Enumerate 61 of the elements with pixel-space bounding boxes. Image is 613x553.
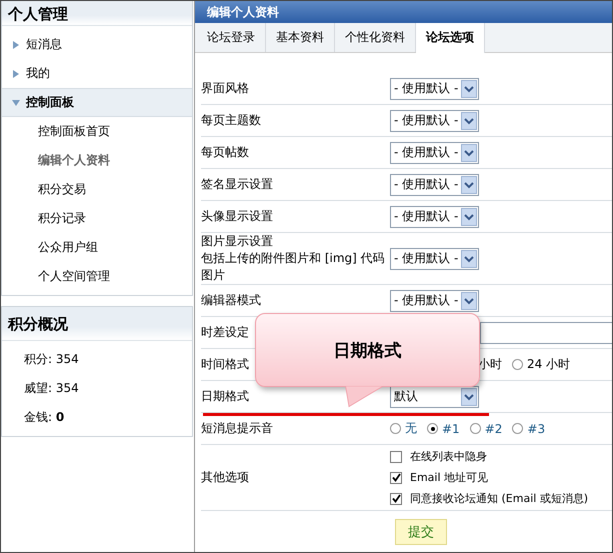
sidebar-item[interactable]: 控制面板 xyxy=(26,94,74,111)
field-label: 每页帖数 xyxy=(201,144,249,161)
select-dropdown[interactable]: - 使用默认 - xyxy=(390,290,479,312)
caret-right-icon xyxy=(12,40,20,48)
sidebar-subitem[interactable]: 积分交易 xyxy=(38,181,86,198)
field-label: 编辑器模式 xyxy=(201,292,261,309)
tab[interactable]: 基本资料 xyxy=(266,23,335,52)
radio-button[interactable] xyxy=(390,423,401,434)
input-field[interactable] xyxy=(480,322,612,344)
select-dropdown[interactable]: - 使用默认 - xyxy=(390,174,479,196)
option-label: #2 xyxy=(484,422,502,436)
sidebar-item[interactable]: 我的 xyxy=(26,65,50,82)
option-label: 同意接收论坛通知 (Email 或短消息) xyxy=(409,491,588,506)
checkbox[interactable] xyxy=(390,450,402,462)
radio-button[interactable] xyxy=(512,423,524,434)
credit-stat: 金钱: 0 xyxy=(24,409,64,426)
select-dropdown[interactable]: 默认 xyxy=(390,386,479,408)
select-dropdown[interactable]: - 使用默认 - xyxy=(390,206,479,228)
field-label: 日期格式 xyxy=(201,388,249,405)
field-label: 短消息提示音 xyxy=(201,420,273,437)
tab[interactable]: 论坛登录 xyxy=(197,23,266,52)
option-label: 无 xyxy=(405,420,417,437)
checkbox[interactable] xyxy=(390,472,402,484)
select-dropdown[interactable]: - 使用默认 - xyxy=(390,248,479,270)
credit-stat: 威望: 354 xyxy=(24,380,79,397)
radio-button[interactable] xyxy=(512,359,523,370)
sidebar-subitem[interactable]: 公众用户组 xyxy=(38,239,98,256)
tab[interactable]: 论坛选项 xyxy=(416,23,485,53)
caret-right-icon xyxy=(12,70,20,78)
sidebar-subitem[interactable]: 编辑个人资料 xyxy=(38,152,110,169)
field-label: 图片显示设置 xyxy=(201,233,273,250)
field-label: 时间格式 xyxy=(201,356,249,373)
field-label: 界面风格 xyxy=(201,80,249,97)
callout-bubble: 日期格式 xyxy=(255,313,480,387)
credits-title: 积分概况 xyxy=(2,307,192,341)
option-label: 在线列表中隐身 xyxy=(409,449,487,464)
checkbox[interactable] xyxy=(390,492,402,504)
sidebar-subitem[interactable]: 控制面板首页 xyxy=(38,123,110,140)
option-label: Email 地址可见 xyxy=(409,470,488,485)
credit-stat: 积分: 354 xyxy=(24,351,79,368)
field-label: 头像显示设置 xyxy=(201,208,273,225)
radio-button[interactable] xyxy=(427,423,438,434)
sidebar-subitem[interactable]: 个人空间管理 xyxy=(38,268,110,285)
panel-title: 编辑个人资料 xyxy=(207,5,279,19)
sidebar-item[interactable]: 短消息 xyxy=(26,36,62,53)
option-label: #3 xyxy=(527,422,546,436)
option-label: 24 小时 xyxy=(527,356,570,373)
caret-down-icon xyxy=(12,98,20,106)
field-label: 时差设定 xyxy=(201,324,249,341)
sidebar-subitem[interactable]: 积分记录 xyxy=(38,210,86,227)
sidebar-title: 个人管理 xyxy=(2,1,192,26)
submit-button[interactable]: 提交 xyxy=(395,519,447,545)
option-label: #1 xyxy=(442,422,460,436)
radio-button[interactable] xyxy=(470,423,481,434)
field-label: 每页主题数 xyxy=(201,112,261,129)
select-dropdown[interactable]: - 使用默认 - xyxy=(390,110,479,132)
field-note: 包括上传的附件图片和 [img] 代码图片 xyxy=(201,250,386,284)
field-label: 其他选项 xyxy=(201,469,249,486)
field-label: 签名显示设置 xyxy=(201,176,273,193)
select-dropdown[interactable]: - 使用默认 - xyxy=(390,142,479,164)
select-dropdown[interactable]: - 使用默认 - xyxy=(390,78,479,100)
